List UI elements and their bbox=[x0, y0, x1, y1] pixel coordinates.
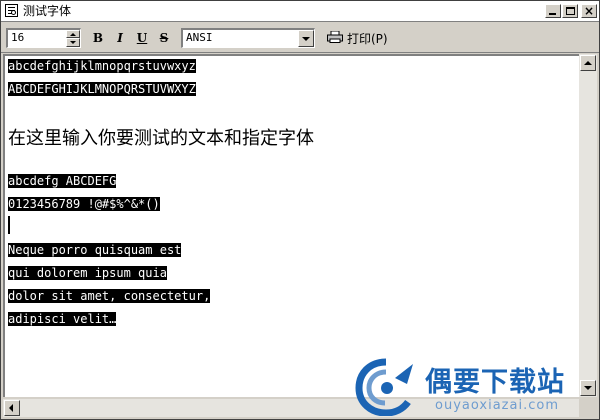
charset-value: ANSI bbox=[186, 31, 213, 44]
strikethrough-button[interactable]: S bbox=[155, 29, 173, 47]
editor-line: 0123456789 !@#$%^&*() bbox=[8, 196, 160, 212]
editor-line: dolor sit amet, consectetur, bbox=[8, 288, 211, 304]
scroll-up-button[interactable] bbox=[580, 55, 596, 71]
app-window: 测试字体 × 16 B I U S ANSI 打印(P) abcdefghijk… bbox=[0, 0, 600, 420]
chevron-down-icon[interactable] bbox=[298, 30, 314, 47]
maximize-icon bbox=[566, 7, 575, 15]
close-icon: × bbox=[584, 4, 595, 18]
minimize-icon bbox=[549, 13, 556, 15]
bold-button[interactable]: B bbox=[89, 29, 107, 47]
charset-select[interactable]: ANSI bbox=[181, 28, 315, 48]
watermark-brand: 偶要下载站 bbox=[425, 367, 565, 398]
editor-line: qui dolorem ipsum quia bbox=[8, 265, 167, 281]
print-label: 打印(P) bbox=[347, 32, 388, 46]
editor-line: ABCDEFGHIJKLMNOPQRSTUVWXYZ bbox=[8, 81, 196, 97]
editor-line: Neque porro quisquam est bbox=[8, 242, 182, 258]
site-watermark: 偶要下载站 ouyaoxiazai.com bbox=[353, 356, 599, 418]
text-editor[interactable]: abcdefghijklmnopqrstuvwxyz ABCDEFGHIJKLM… bbox=[3, 54, 579, 397]
selected-text: adipisci velit… bbox=[8, 312, 117, 326]
italic-button[interactable]: I bbox=[111, 29, 129, 47]
editor-line: adipisci velit… bbox=[8, 311, 117, 327]
text-caret bbox=[8, 216, 10, 234]
window-title: 测试字体 bbox=[23, 4, 72, 18]
watermark-logo-icon bbox=[355, 358, 413, 416]
spinner-buttons bbox=[66, 30, 80, 47]
vertical-scrollbar[interactable] bbox=[579, 54, 597, 397]
selected-text: ABCDEFGHIJKLMNOPQRSTUVWXYZ bbox=[8, 82, 196, 96]
title-bar[interactable]: 测试字体 × bbox=[1, 1, 599, 22]
spin-down-button[interactable] bbox=[66, 38, 80, 47]
font-size-spinner[interactable]: 16 bbox=[6, 28, 81, 48]
minimize-button[interactable] bbox=[545, 4, 561, 18]
close-button[interactable]: × bbox=[581, 4, 597, 18]
editor-line-chinese: 在这里输入你要测试的文本和指定字体 bbox=[8, 128, 314, 149]
font-size-value[interactable]: 16 bbox=[11, 31, 24, 44]
selected-text: abcdefg ABCDEFG bbox=[8, 174, 117, 188]
app-icon[interactable] bbox=[5, 4, 18, 17]
printer-icon bbox=[327, 31, 343, 43]
selected-text: qui dolorem ipsum quia bbox=[8, 266, 167, 280]
selected-text: Neque porro quisquam est bbox=[8, 243, 182, 257]
spin-up-button[interactable] bbox=[66, 30, 80, 38]
underline-button[interactable]: U bbox=[133, 29, 151, 47]
toolbar: 16 B I U S ANSI 打印(P) bbox=[1, 22, 599, 53]
selected-text: abcdefghijklmnopqrstuvwxyz bbox=[8, 59, 196, 73]
watermark-url: ouyaoxiazai.com bbox=[435, 398, 559, 413]
editor-line: abcdefg ABCDEFG bbox=[8, 173, 117, 189]
scroll-left-button[interactable] bbox=[4, 400, 20, 416]
editor-line: abcdefghijklmnopqrstuvwxyz bbox=[8, 58, 196, 74]
maximize-button[interactable] bbox=[562, 4, 578, 18]
selected-text: dolor sit amet, consectetur, bbox=[8, 289, 211, 303]
selected-text: 0123456789 !@#$%^&*() bbox=[8, 197, 160, 211]
